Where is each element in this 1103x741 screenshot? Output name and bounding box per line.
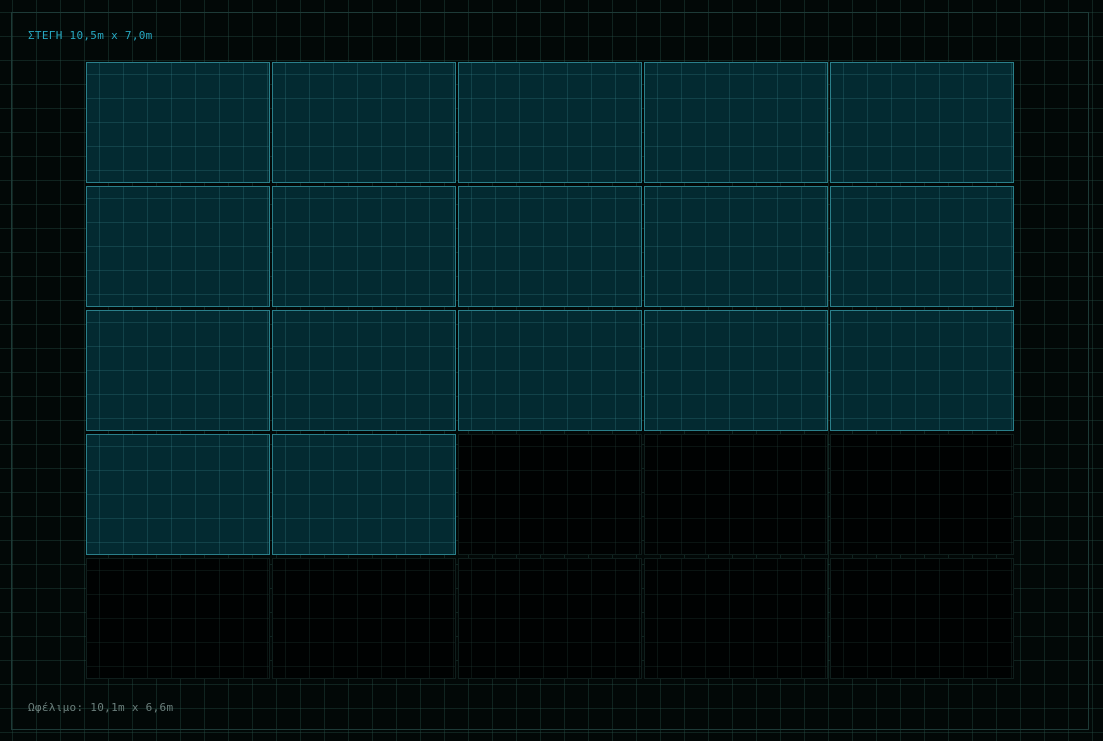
roof-canvas: ΣΤΕΓΗ 10,5m x 7,0m Ωφέλιμο: 10,1m x 6,6m <box>0 0 1103 741</box>
solar-panel <box>830 186 1014 307</box>
roof-title: ΣΤΕΓΗ 10,5m x 7,0m <box>28 29 153 42</box>
solar-panel <box>644 310 828 431</box>
solar-panel <box>458 186 642 307</box>
solar-panel <box>86 62 270 183</box>
solar-panel <box>830 62 1014 183</box>
solar-panel <box>458 62 642 183</box>
solar-panel <box>86 434 270 555</box>
empty-slot <box>272 558 456 679</box>
empty-slot <box>644 558 828 679</box>
panel-grid <box>86 62 1016 682</box>
solar-panel <box>272 434 456 555</box>
solar-panel <box>644 62 828 183</box>
usable-area-label: Ωφέλιμο: 10,1m x 6,6m <box>28 701 174 714</box>
empty-slot <box>830 434 1014 555</box>
solar-panel <box>272 310 456 431</box>
solar-panel <box>86 186 270 307</box>
empty-slot <box>458 434 642 555</box>
solar-panel <box>272 62 456 183</box>
empty-slot <box>86 558 270 679</box>
solar-panel <box>830 310 1014 431</box>
empty-slot <box>830 558 1014 679</box>
empty-slot <box>458 558 642 679</box>
empty-slot <box>644 434 828 555</box>
solar-panel <box>644 186 828 307</box>
solar-panel <box>86 310 270 431</box>
solar-panel <box>272 186 456 307</box>
solar-panel <box>458 310 642 431</box>
